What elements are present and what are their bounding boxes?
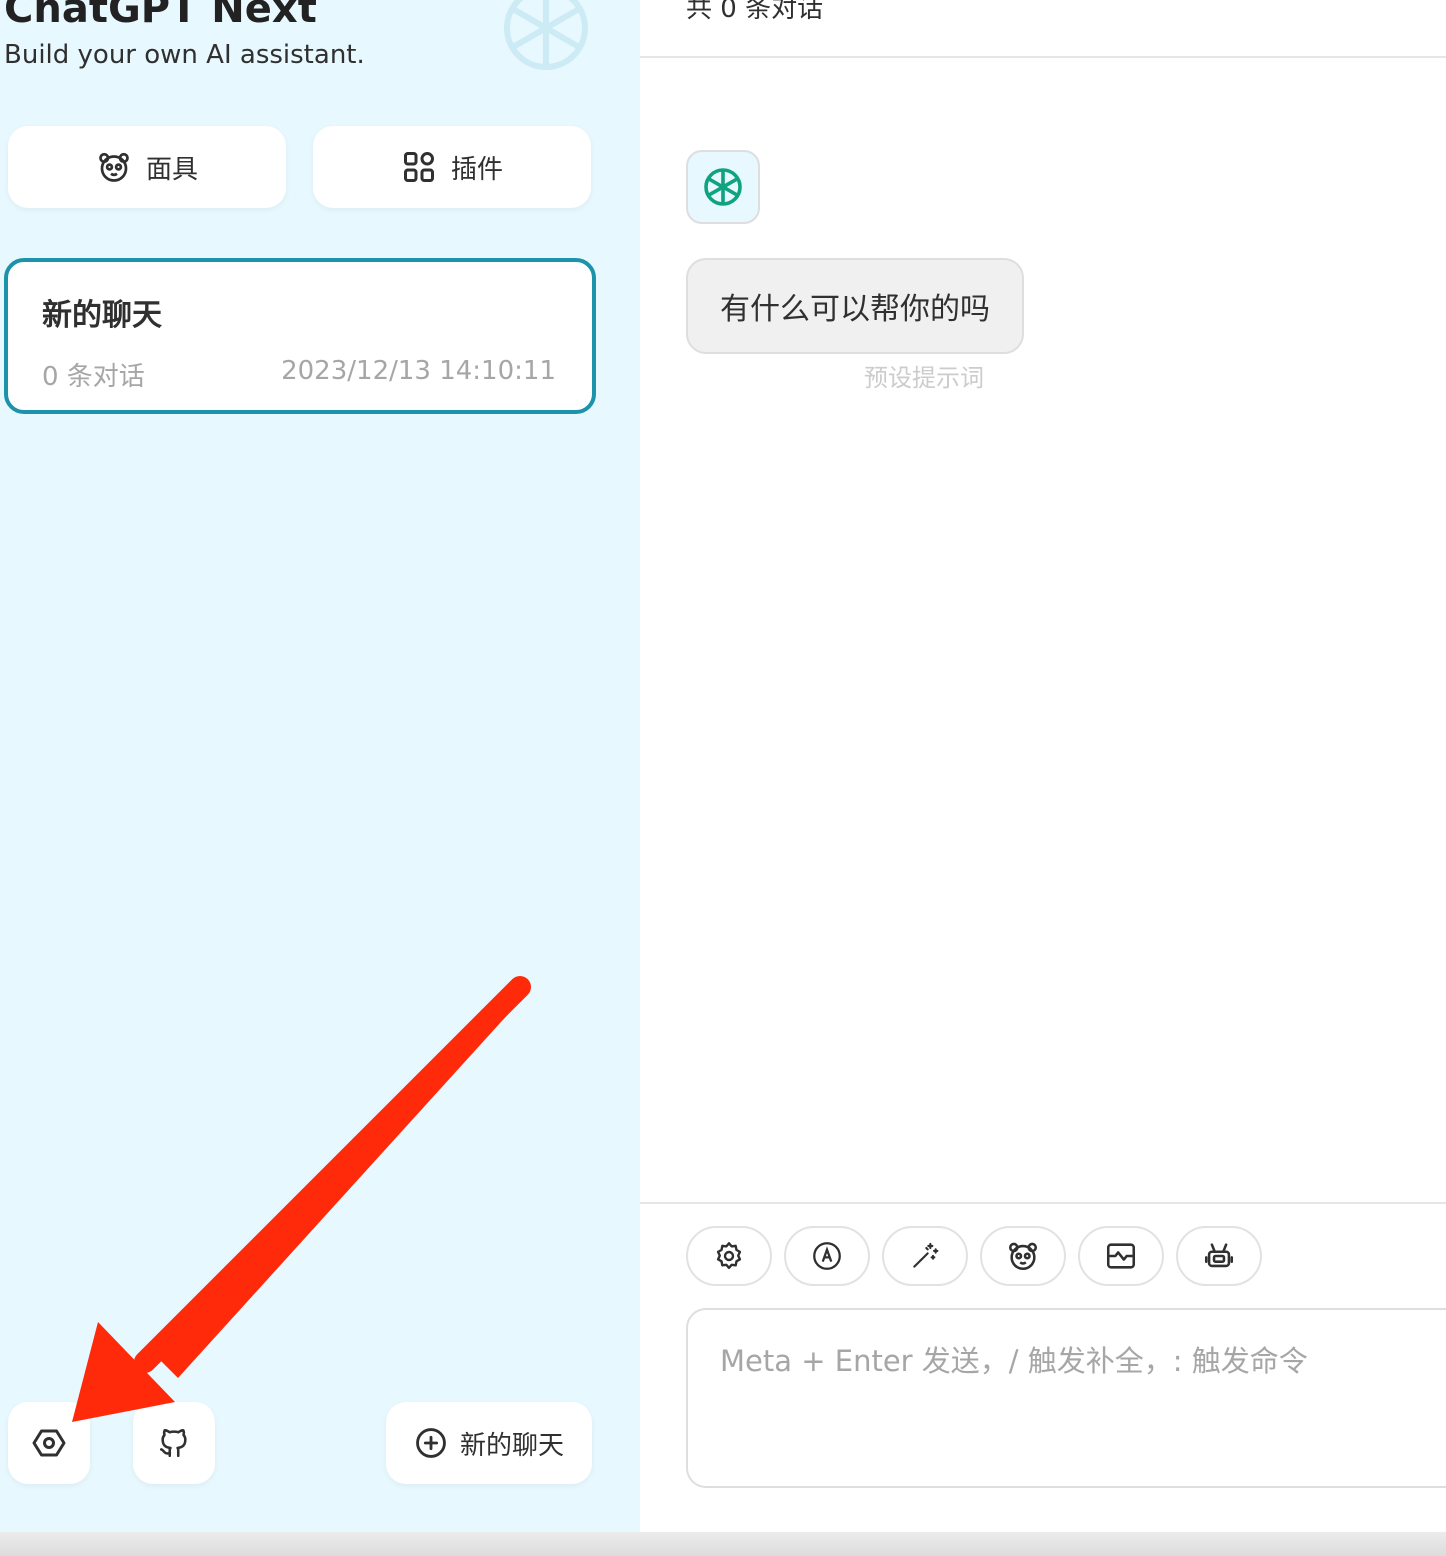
app-title: ChatGPT Next: [4, 0, 317, 32]
new-chat-button[interactable]: 新的聊天: [386, 1402, 592, 1484]
plugin-button[interactable]: 插件: [313, 126, 591, 208]
app-subtitle: Build your own AI assistant.: [4, 40, 365, 70]
chat-header-subtitle: 共 0 条对话: [686, 0, 824, 24]
bot-avatar: [686, 150, 760, 224]
add-circle-icon: [416, 1428, 446, 1458]
mask-action-button[interactable]: [980, 1226, 1066, 1286]
theme-button[interactable]: [784, 1226, 870, 1286]
mask-button[interactable]: 面具: [8, 126, 286, 208]
chat-list-item[interactable]: 新的聊天 0 条对话 2023/12/13 14:10:11: [4, 258, 596, 414]
model-button[interactable]: [1176, 1226, 1262, 1286]
chat-input[interactable]: [686, 1308, 1446, 1488]
chat-item-date: 2023/12/13 14:10:11: [281, 356, 556, 386]
header-divider: [640, 56, 1446, 58]
plugin-button-label: 插件: [450, 154, 503, 185]
window-bottom-edge: [0, 1532, 1446, 1556]
input-divider: [640, 1202, 1446, 1204]
theme-auto-icon: [813, 1242, 841, 1270]
chat-item-title: 新的聊天: [42, 298, 162, 333]
message-meta: 预设提示词: [864, 364, 984, 392]
settings-button[interactable]: [8, 1402, 90, 1484]
message-bubble: 有什么可以帮你的吗: [686, 258, 1024, 354]
model-robot-icon: [1204, 1243, 1234, 1268]
sidebar: ChatGPT Next Build your own AI assistant…: [0, 0, 640, 1532]
mask-icon: [1008, 1242, 1038, 1271]
github-icon: [159, 1429, 187, 1458]
chat-settings-icon: [716, 1242, 742, 1270]
chat-main: 共 0 条对话 有什么可以帮你的吗 预设提示词: [640, 0, 1446, 1532]
clear-context-button[interactable]: [1078, 1226, 1164, 1286]
app-window: ChatGPT Next Build your own AI assistant…: [0, 0, 1446, 1556]
prompt-button[interactable]: [882, 1226, 968, 1286]
openai-logo-icon: [503, 0, 589, 71]
mask-button-label: 面具: [145, 154, 198, 185]
openai-logo-icon: [704, 168, 742, 206]
github-button[interactable]: [133, 1402, 215, 1484]
chat-item-count: 0 条对话: [42, 362, 145, 392]
mask-icon: [99, 152, 129, 182]
prompt-magic-icon: [913, 1242, 939, 1268]
settings-icon: [32, 1429, 66, 1457]
chat-settings-button[interactable]: [686, 1226, 772, 1286]
plugin-grid-icon: [403, 152, 434, 182]
clear-context-icon: [1106, 1243, 1136, 1269]
new-chat-label: 新的聊天: [459, 1430, 564, 1461]
